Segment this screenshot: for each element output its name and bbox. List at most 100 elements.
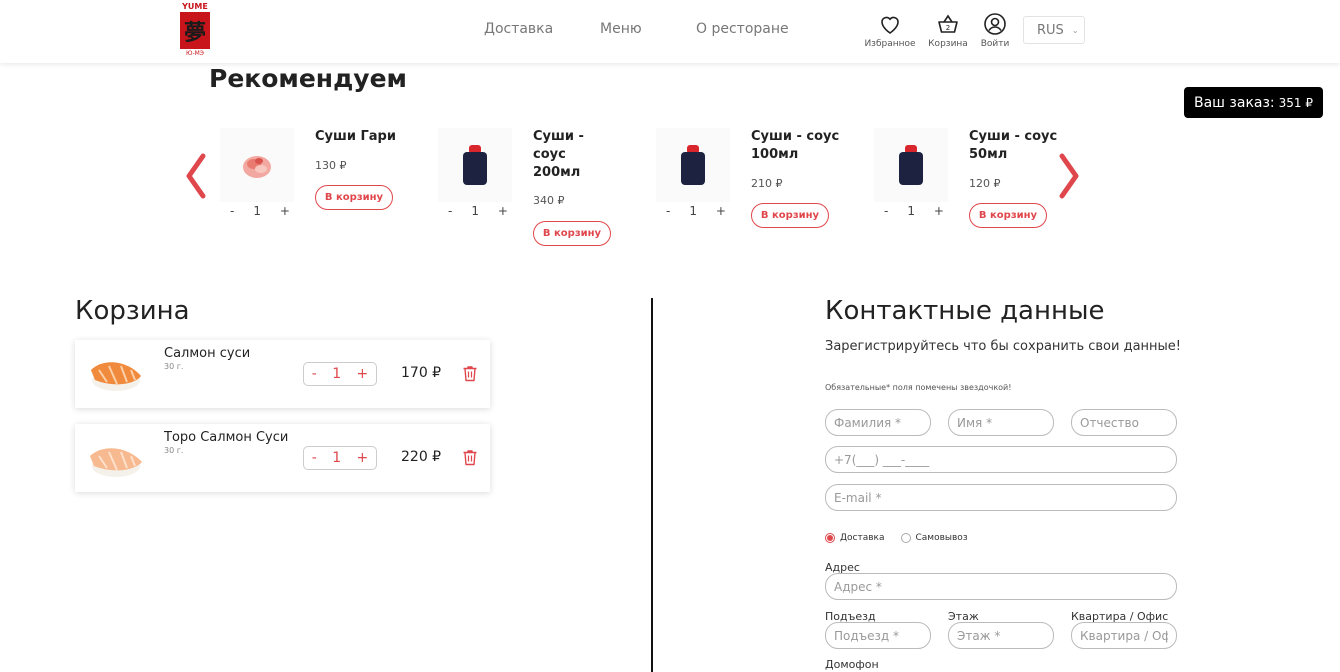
- product-name[interactable]: Суши - соус 100мл: [751, 128, 841, 164]
- cart-label: Корзина: [928, 39, 968, 49]
- logo-emblem: 夢: [180, 12, 210, 49]
- cart-item-weight: 30 г.: [164, 362, 184, 371]
- cart-item-weight: 30 г.: [164, 446, 184, 455]
- add-to-cart-button[interactable]: В корзину: [969, 203, 1047, 228]
- basket-icon: 2: [938, 14, 958, 33]
- sauce-bottle-icon: [899, 145, 923, 185]
- address-field[interactable]: [825, 573, 1177, 600]
- product-image[interactable]: [220, 128, 294, 202]
- decrease-button[interactable]: -: [448, 204, 452, 218]
- quantity-stepper: - 1 +: [303, 446, 377, 470]
- product-qty: - 1 +: [884, 204, 944, 218]
- qty-value: 1: [907, 204, 915, 218]
- trash-icon[interactable]: [462, 449, 478, 466]
- increase-button[interactable]: +: [357, 366, 369, 382]
- favorites-button[interactable]: Избранное: [860, 12, 920, 49]
- decrease-button[interactable]: -: [312, 366, 317, 382]
- nav-menu[interactable]: Меню: [600, 21, 642, 37]
- product-qty: - 1 +: [448, 204, 508, 218]
- qty-value: 1: [471, 204, 479, 218]
- floor-field[interactable]: [948, 622, 1054, 649]
- pickup-option-label[interactable]: Самовывоз: [916, 533, 968, 543]
- pickled-ginger-icon: [243, 156, 271, 178]
- qty-value: 1: [253, 204, 261, 218]
- delivery-option-label[interactable]: Доставка: [840, 533, 885, 543]
- toro-salmon-sushi-image: [90, 448, 142, 477]
- required-note: Обязательные* поля помечены звездочкой!: [825, 383, 1012, 392]
- recommended-title: Рекомендуем: [209, 64, 407, 93]
- decrease-button[interactable]: -: [884, 204, 888, 218]
- product-card: - 1 + Суши - соус 200мл 340 ₽ В корзину: [438, 128, 638, 258]
- language-select[interactable]: RUS ⌄: [1023, 16, 1085, 44]
- entrance-field[interactable]: [825, 622, 931, 649]
- page: YUME 夢 Ю-МЭ Доставка Меню О ресторане Из…: [0, 0, 1340, 672]
- product-card: - 1 + Суши - соус 50мл 120 ₽ В корзину: [874, 128, 1074, 258]
- sauce-bottle-icon: [681, 145, 705, 185]
- cart-item: Торо Салмон Суси 30 г. - 1 + 220 ₽: [75, 424, 490, 492]
- last-name-field[interactable]: [825, 409, 931, 436]
- intercom-label: Домофон: [825, 658, 879, 671]
- apartment-field[interactable]: [1071, 622, 1177, 649]
- login-button[interactable]: Войти: [965, 12, 1025, 49]
- product-image[interactable]: [438, 128, 512, 202]
- cart-item-name: Салмон суси: [164, 346, 251, 361]
- first-name-field[interactable]: [948, 409, 1054, 436]
- add-to-cart-button[interactable]: В корзину: [533, 221, 611, 246]
- nav-delivery[interactable]: Доставка: [484, 21, 553, 37]
- cart-title: Корзина: [75, 296, 190, 326]
- favorites-label: Избранное: [864, 39, 916, 49]
- product-price: 210 ₽: [751, 177, 783, 190]
- add-to-cart-button[interactable]: В корзину: [751, 203, 829, 228]
- cart-item: Салмон суси 30 г. - 1 + 170 ₽: [75, 340, 490, 408]
- trash-icon[interactable]: [462, 365, 478, 382]
- cart-item-price: 220 ₽: [401, 449, 442, 465]
- add-to-cart-button[interactable]: В корзину: [315, 185, 393, 210]
- product-name[interactable]: Суши - соус 200мл: [533, 128, 593, 182]
- carousel-prev-icon[interactable]: [183, 152, 209, 200]
- decrease-button[interactable]: -: [666, 204, 670, 218]
- increase-button[interactable]: +: [934, 204, 944, 218]
- product-qty: - 1 +: [666, 204, 726, 218]
- logo-bottom-text: Ю-МЭ: [185, 50, 204, 57]
- user-icon: [984, 13, 1006, 35]
- section-divider: [651, 298, 653, 672]
- delivery-radio[interactable]: [825, 533, 835, 543]
- quantity-stepper: - 1 +: [303, 362, 377, 386]
- product-name[interactable]: Суши - соус 50мл: [969, 128, 1059, 164]
- phone-field[interactable]: [825, 446, 1177, 473]
- middle-name-field[interactable]: [1071, 409, 1177, 436]
- pickup-radio[interactable]: [900, 533, 911, 543]
- order-total-amount: 351 ₽: [1278, 95, 1314, 110]
- login-label: Войти: [980, 39, 1010, 49]
- product-qty: - 1 +: [230, 204, 290, 218]
- decrease-button[interactable]: -: [312, 450, 317, 466]
- product-price: 130 ₽: [315, 159, 347, 172]
- sauce-bottle-icon: [463, 145, 487, 185]
- qty-value: 1: [332, 450, 342, 466]
- cart-count: 2: [946, 24, 950, 32]
- language-value: RUS: [1037, 22, 1064, 38]
- contact-subtitle: Зарегистрируйтесь что бы сохранить свои …: [825, 339, 1182, 354]
- cart-item-name: Торо Салмон Суси: [164, 430, 289, 445]
- qty-value: 1: [689, 204, 697, 218]
- increase-button[interactable]: +: [498, 204, 508, 218]
- nav-about[interactable]: О ресторане: [696, 21, 789, 37]
- increase-button[interactable]: +: [280, 204, 290, 218]
- order-total-badge[interactable]: Ваш заказ: 351 ₽: [1184, 87, 1323, 118]
- chevron-down-icon: ⌄: [1071, 25, 1079, 35]
- email-field[interactable]: [825, 484, 1177, 511]
- product-price: 120 ₽: [969, 177, 1001, 190]
- increase-button[interactable]: +: [357, 450, 369, 466]
- heart-icon: [881, 16, 899, 34]
- logo[interactable]: YUME 夢 Ю-МЭ: [178, 2, 212, 58]
- decrease-button[interactable]: -: [230, 204, 234, 218]
- qty-value: 1: [332, 366, 342, 382]
- increase-button[interactable]: +: [716, 204, 726, 218]
- contact-title: Контактные данные: [825, 296, 1105, 326]
- order-total-label: Ваш заказ:: [1193, 94, 1275, 111]
- product-card: - 1 + Суши Гари 130 ₽ В корзину: [220, 128, 420, 258]
- product-name[interactable]: Суши Гари: [315, 128, 425, 146]
- product-image[interactable]: [656, 128, 730, 202]
- product-image[interactable]: [874, 128, 948, 202]
- product-card: - 1 + Суши - соус 100мл 210 ₽ В корзину: [656, 128, 856, 258]
